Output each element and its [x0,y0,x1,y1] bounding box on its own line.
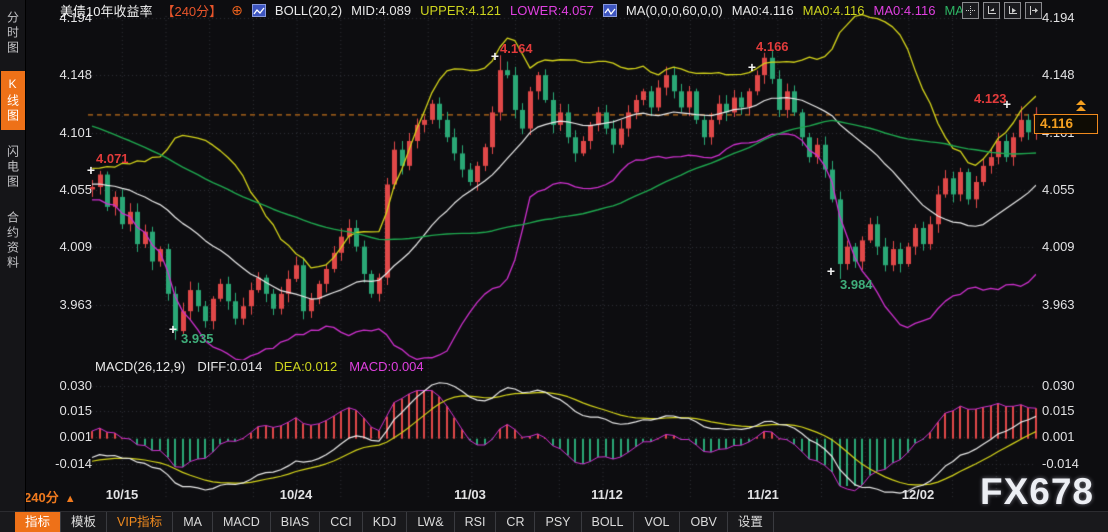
period-selector[interactable]: 【240分】 [161,1,222,20]
toolbar-tab-VIP指标[interactable]: VIP指标 [107,512,173,532]
price-extreme-label: 3.935 [181,331,214,346]
toolbar-tab-MACD[interactable]: MACD [213,512,271,532]
y-axis-label-left: 4.055 [38,182,92,198]
toolbar-tab-BOLL[interactable]: BOLL [582,512,635,532]
macd-params-label: MACD(26,12,9) [95,359,185,374]
y-axis-label-right: 4.194 [1042,10,1102,26]
ma-indicator-icon [603,4,617,17]
ma0-white-value: MA0:4.116 [732,3,794,18]
ma0-yellow-value: MA0:4.116 [803,3,865,18]
y-axis-label-right: 0.030 [1042,378,1102,394]
y-axis-label-right: 0.001 [1042,429,1102,445]
macd-bar-value: MACD:0.004 [349,359,423,374]
chart-app-window: 分时图 K线图闪电图合约资料 美债10年收益率 【240分】 ⊕ BOLL(20,… [0,0,1108,532]
watermark: FX678 [980,471,1094,513]
kline-chart-canvas[interactable] [0,0,1108,532]
y-axis-label-right: 0.015 [1042,403,1102,419]
toolbar-tab-VOL[interactable]: VOL [634,512,680,532]
boll-mid-value: MID:4.089 [351,3,411,18]
y-axis-label-right: 4.055 [1042,182,1102,198]
price-extreme-label: 3.984 [840,277,873,292]
ma0-magenta-value: MA0:4.116 [874,3,936,18]
shift-right-icon[interactable] [1025,2,1042,19]
boll-label: BOLL(20,2) [275,3,342,18]
y-axis-label-right: -0.014 [1042,456,1102,472]
toolbar-tab-MA[interactable]: MA [173,512,213,532]
toolbar-tab-RSI[interactable]: RSI [455,512,497,532]
toolbar-tab-PSY[interactable]: PSY [535,512,581,532]
price-extreme-label: 4.071 [96,151,129,166]
extreme-cross-marker: + [169,321,177,337]
y-axis-label-left: 3.963 [38,297,92,313]
boll-lower-value: LOWER:4.057 [510,3,594,18]
x-axis-date-label: 12/02 [895,487,941,502]
toolbar-tab-BIAS[interactable]: BIAS [271,512,321,532]
extreme-cross-marker: + [748,59,756,75]
y-axis-label-left: 0.030 [38,378,92,394]
macd-dea-value: DEA:0.012 [274,359,337,374]
toolbar-tab-CR[interactable]: CR [496,512,535,532]
toolbar-tab-LW&[interactable]: LW& [407,512,454,532]
bottom-toolbar: 指标模板VIP指标MAMACDBIASCCIKDJLW&RSICRPSYBOLL… [0,511,1108,532]
crosshair-tool-icon[interactable] [962,2,979,19]
y-axis-label-right: 4.009 [1042,239,1102,255]
toolbar-tab-模板[interactable]: 模板 [61,512,107,532]
boll-upper-value: UPPER:4.121 [420,3,501,18]
y-axis-label-left: 0.001 [38,429,92,445]
x-axis-date-label: 10/15 [99,487,145,502]
y-axis-label-left: 4.148 [38,67,92,83]
price-extreme-label: 4.166 [756,39,789,54]
instrument-title: 美债10年收益率 [60,1,152,20]
extreme-cross-marker: + [1003,96,1011,112]
add-indicator-icon[interactable]: ⊕ [231,2,243,19]
range-play-icon[interactable] [1004,2,1021,19]
last-price-value: 4.116 [1040,116,1073,131]
x-axis-date-label: 11/21 [740,487,786,502]
toolbar-tab-CCI[interactable]: CCI [320,512,363,532]
triangle-up-icon: ▲ [65,493,76,505]
footer-period-label: 240分 [24,490,59,505]
price-up-arrows-icon [1076,100,1086,112]
y-axis-label-left: -0.014 [38,456,92,472]
toolbar-tab-OBV[interactable]: OBV [680,512,727,532]
indicator-legend: 美债10年收益率 【240分】 ⊕ BOLL(20,2) MID:4.089 U… [60,2,964,19]
y-axis-label-left: 4.101 [38,125,92,141]
footer-period-selector[interactable]: 240分 ▲ [24,487,76,506]
x-axis-date-label: 11/12 [584,487,630,502]
x-axis-date-label: 11/03 [447,487,493,502]
y-axis-label-right: 4.148 [1042,67,1102,83]
x-axis-date-label: 10/24 [273,487,319,502]
macd-legend: MACD(26,12,9) DIFF:0.014 DEA:0.012 MACD:… [95,359,424,374]
last-price-badge: 4.116 [1034,114,1098,134]
macd-diff-value: DIFF:0.014 [197,359,262,374]
extreme-cross-marker: + [87,162,95,178]
ma-params-label: MA(0,0,0,60,0,0) [626,3,723,18]
toolbar-tab-KDJ[interactable]: KDJ [363,512,408,532]
y-axis-label-left: 0.015 [38,403,92,419]
y-axis-label-right: 3.963 [1042,297,1102,313]
extreme-cross-marker: + [827,263,835,279]
extreme-cross-marker: + [491,48,499,64]
chart-tools [962,2,1042,19]
sidebar-item-contract-info[interactable]: 合约资料 [1,205,25,277]
y-axis-label-left: 4.009 [38,239,92,255]
boll-indicator-icon [252,4,266,17]
price-extreme-label: 4.164 [500,41,533,56]
toolbar-tab-设置[interactable]: 设置 [728,512,774,532]
toolbar-tab-指标[interactable]: 指标 [15,512,61,532]
sidebar-item-time-chart[interactable]: 分时图 [1,5,25,62]
sidebar-item-flash-chart[interactable]: 闪电图 [1,139,25,196]
sidebar: 分时图 K线图闪电图合约资料 [0,0,26,511]
range-left-icon[interactable] [983,2,1000,19]
price-extreme-label: 4.123 [974,91,1007,106]
sidebar-item-kline-chart[interactable]: K线图 [1,71,25,130]
